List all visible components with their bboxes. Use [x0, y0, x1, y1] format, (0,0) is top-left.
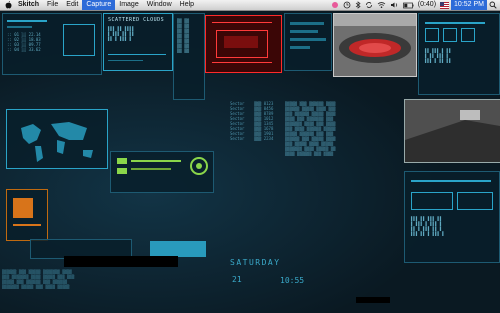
sync-icon[interactable] — [365, 1, 373, 9]
hud-panel-top-left: :: 01 ░░ 22.14 :: 02 ░░ 18.03 :: 03 ░░ 0… — [2, 13, 102, 75]
status-area: (0:40) 10:52 PM — [329, 0, 500, 10]
clock-status-icon[interactable] — [343, 1, 351, 9]
hud-log-right: ▒▒▒▒▒ ▒▒▒ ▒▒▒▒▒▒ ▒▒▒▒ ▒▒▒▒▒▒ ▒▒▒▒▒ ▒▒▒▒ … — [285, 101, 336, 156]
hud-panel-red — [205, 15, 282, 73]
redacted-block — [356, 297, 390, 303]
hud-panel-world-map — [6, 109, 108, 169]
menu-window[interactable]: Window — [143, 0, 176, 10]
menu-help[interactable]: Help — [176, 0, 198, 10]
hud-log-bottom: ▒▒▒▒▒▒ ▒▒▒ ▒▒▒▒▒ ▒▒▒▒▒▒▒ ▒▒▒▒ ▒▒▒ ▒▒▒▒▒▒… — [2, 269, 75, 289]
desktop-wallpaper: :: 01 ░░ 22.14 :: 02 ░░ 18.03 :: 03 ░░ 0… — [0, 11, 500, 313]
skitch-status-icon[interactable] — [331, 1, 339, 9]
desktop-day: SATURDAY — [230, 258, 281, 267]
weather-label: SCATTERED CLOUDS — [108, 17, 165, 23]
stadium-feed-image — [333, 13, 417, 77]
menu-edit[interactable]: Edit — [62, 0, 82, 10]
hud-panel-weather: SCATTERED CLOUDS ▌▌▌ ▌▌ ▌▌▌▌ ▌ ▌▌▌ ▌▌ ▌▌… — [103, 13, 173, 71]
volume-icon[interactable] — [390, 1, 399, 9]
menubar-clock[interactable]: 10:52 PM — [451, 0, 487, 10]
hud-panel-levels — [284, 13, 332, 71]
menu-app-name[interactable]: Skitch — [14, 0, 43, 10]
menu-file[interactable]: File — [43, 0, 62, 10]
menu-bar: Skitch File Edit Capture Image Window He… — [0, 0, 500, 11]
flag-icon[interactable] — [440, 1, 450, 9]
hud-bright-bar — [150, 241, 206, 257]
hud-panel-top-right: ▌▌ ▌▌▌ ▌ ▌▌ ▌ ▌▌ ▌▌▌ ▌ ▌▌▌ ▌ ▌▌ ▌▌ — [418, 13, 500, 95]
hud-panel-bottom-right: ▌▌▌ ▌▌ ▌▌▌ ▌▌ ▌ ▌▌▌ ▌ ▌▌▌ ▌ ▌▌ ▌ ▌▌▌ ▌▌ … — [404, 171, 500, 263]
hud-panel-orange — [6, 189, 48, 241]
desktop-date: 21 — [232, 275, 242, 284]
security-camera-feed-image — [404, 99, 500, 163]
battery-time: (0:40) — [417, 1, 437, 8]
desktop-time: 10:55 — [280, 276, 305, 285]
wifi-icon[interactable] — [377, 1, 386, 9]
battery-icon[interactable] — [402, 2, 414, 9]
hud-log-left: Sector ▒▒▒ 0123 Sector ▒▒▒ 0456 Sector ▒… — [230, 101, 274, 141]
bluetooth-icon[interactable] — [355, 1, 361, 9]
spotlight-icon[interactable] — [489, 1, 497, 9]
redacted-block — [64, 256, 178, 267]
hud-panel-grid: ▒▒ ▒▒ ▒▒ ▒▒ ▒▒ ▒▒ ▒▒ ▒▒ ▒▒ ▒▒ ▒▒ ▒▒ ▒▒ ▒… — [173, 13, 205, 100]
apple-icon[interactable] — [4, 1, 12, 9]
menu-capture[interactable]: Capture — [82, 0, 116, 10]
menu-image[interactable]: Image — [115, 0, 142, 10]
hud-panel-gauge — [110, 151, 214, 193]
